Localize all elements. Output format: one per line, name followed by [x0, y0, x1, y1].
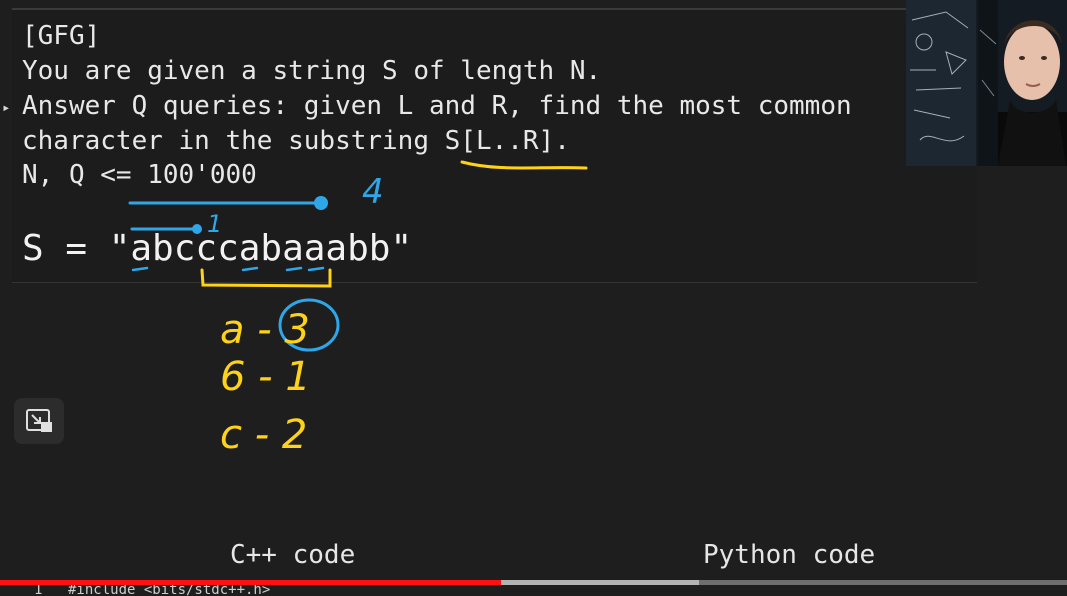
problem-line-2: You are given a string S of length N.	[22, 56, 602, 86]
picture-in-picture-icon	[26, 409, 52, 432]
string-definition: S = "abcccabaaabb"	[22, 228, 413, 269]
tab-python-code[interactable]: Python code	[703, 538, 875, 572]
count-c: c - 2	[220, 412, 307, 458]
code-preview: 1 #include <bits/stdc++.h>	[0, 585, 1067, 596]
max-count-circle	[278, 298, 340, 352]
count-b: 6 - 1	[220, 354, 311, 400]
code-line-number: 1	[34, 585, 43, 596]
problem-line-3: Answer Q queries: given L and R, find th…	[22, 91, 852, 121]
problem-line-4: character in the substring S[L..R].	[22, 126, 570, 156]
tab-cpp-code[interactable]: C++ code	[230, 538, 355, 572]
arrow-marker-icon: ▸	[2, 100, 11, 116]
webcam-overlay	[906, 0, 1067, 166]
count-a: a - 3	[220, 307, 310, 353]
webcam-image	[906, 0, 1067, 166]
problem-line-5: N, Q <= 100'000	[22, 160, 257, 190]
problem-line-1: [GFG]	[22, 21, 101, 51]
code-line-text: #include <bits/stdc++.h>	[68, 585, 271, 596]
picture-in-picture-button[interactable]	[14, 398, 64, 444]
